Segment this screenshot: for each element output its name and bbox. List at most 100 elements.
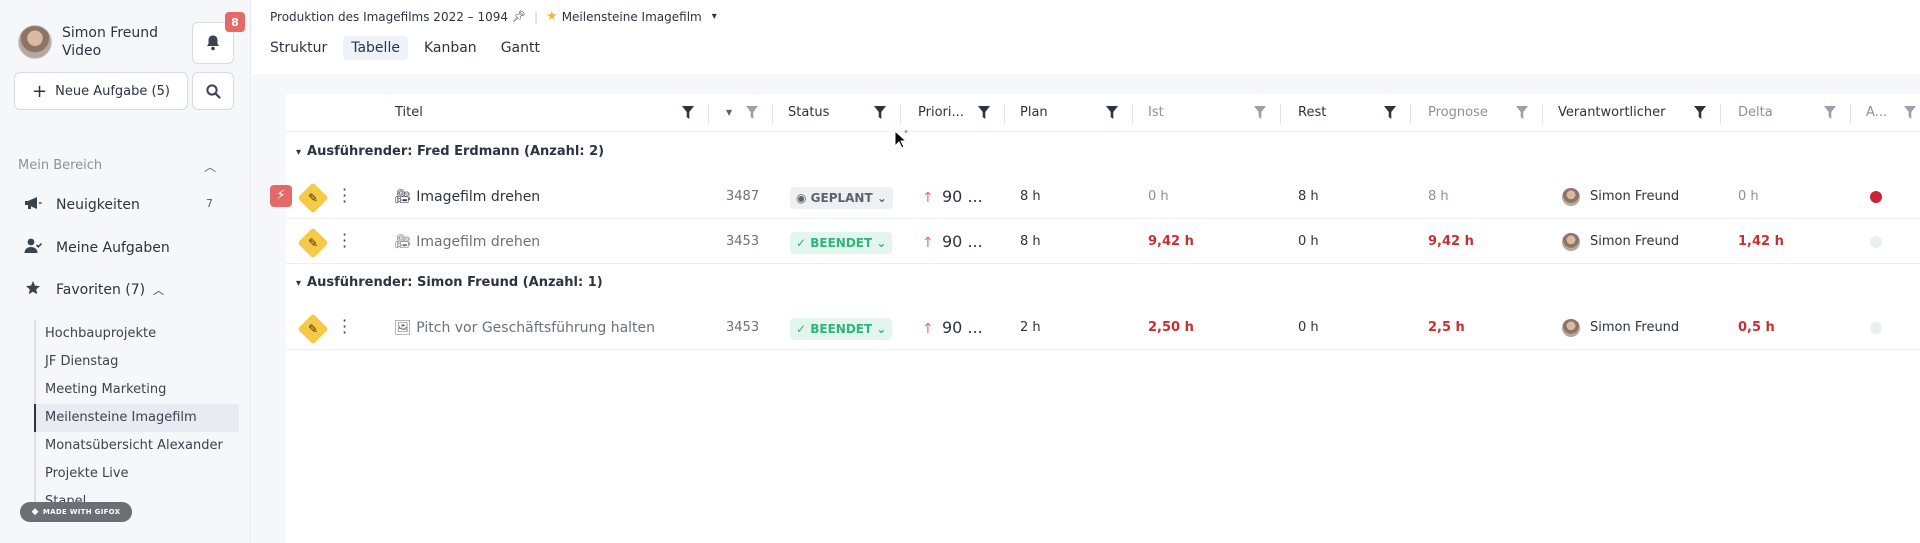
filter-icon[interactable] bbox=[1254, 106, 1266, 120]
megaphone-icon bbox=[22, 196, 44, 214]
task-title[interactable]: 🖼︎ Pitch vor Geschäftsführung halten bbox=[394, 306, 655, 350]
plan-cell[interactable]: 8 h bbox=[1020, 175, 1041, 219]
favorite-item[interactable]: Projekte Live bbox=[36, 460, 239, 488]
delta-cell: 1,42 h bbox=[1738, 234, 1784, 249]
lightning-icon[interactable]: ⚡︎ bbox=[270, 185, 292, 207]
view-tabs: Struktur Tabelle Kanban Gantt bbox=[262, 36, 556, 60]
more-icon[interactable]: · · · bbox=[342, 227, 348, 255]
column-header-ist[interactable]: Ist bbox=[1148, 94, 1164, 132]
filter-icon[interactable] bbox=[874, 106, 886, 120]
column-header-priority[interactable]: Priori... bbox=[918, 94, 964, 132]
rest-cell[interactable]: 0 h bbox=[1298, 306, 1319, 350]
ist-cell: 0 h bbox=[1148, 189, 1169, 204]
table-row[interactable]: ✎ ··· 🎥︎ Imagefilm drehen 34537 ✓ BEENDE… bbox=[286, 220, 1920, 264]
edit-icon[interactable]: ✎ bbox=[297, 313, 329, 345]
column-header-rest[interactable]: Rest bbox=[1298, 94, 1326, 132]
sidebar-item-label: Neuigkeiten bbox=[56, 197, 140, 213]
pin-icon[interactable]: 📌︎ bbox=[512, 10, 526, 23]
new-task-label: Neue Aufgabe (5) bbox=[55, 83, 170, 99]
favorite-item[interactable]: Hochbauprojekte bbox=[36, 320, 239, 348]
priority-cell[interactable]: ↑ 90 ... bbox=[922, 306, 983, 350]
project-title[interactable]: Produktion des Imagefilms 2022 – 1094 bbox=[270, 10, 508, 24]
chevron-down-icon[interactable]: ▾ bbox=[296, 147, 301, 158]
filter-icon[interactable] bbox=[1106, 106, 1118, 120]
plan-cell[interactable]: 8 h bbox=[1020, 220, 1041, 264]
group-header[interactable]: ▾ Ausführender: Fred Erdmann (Anzahl: 2) bbox=[296, 144, 604, 159]
mouse-cursor-icon bbox=[894, 130, 908, 149]
filter-icon[interactable] bbox=[1694, 106, 1706, 120]
section-title: Mein Bereich bbox=[18, 158, 103, 173]
sidebar-item-my-tasks[interactable]: Meine Aufgaben bbox=[22, 238, 170, 258]
chevron-up-icon[interactable]: ︿ bbox=[153, 282, 164, 298]
chevron-down-icon[interactable]: ▾ bbox=[296, 278, 301, 289]
more-icon[interactable]: · · · bbox=[342, 182, 348, 210]
filter-icon[interactable] bbox=[1516, 106, 1528, 120]
group-header[interactable]: ▾ Ausführender: Simon Freund (Anzahl: 1) bbox=[296, 275, 603, 290]
column-header-a[interactable]: A... bbox=[1866, 94, 1887, 132]
edit-icon[interactable]: ✎ bbox=[297, 227, 329, 259]
new-task-button[interactable]: + Neue Aufgabe (5) bbox=[14, 72, 188, 110]
tab-gantt[interactable]: Gantt bbox=[493, 36, 548, 60]
filter-icon[interactable] bbox=[1904, 106, 1916, 120]
group-label: Ausführender: Simon Freund (Anzahl: 1) bbox=[307, 275, 603, 290]
table-row[interactable]: ⚡︎ ✎ ··· 🎥︎ Imagefilm drehen 34873 ◉︎ GE… bbox=[270, 175, 1920, 219]
tab-structure[interactable]: Struktur bbox=[262, 36, 335, 60]
tab-table[interactable]: Tabelle bbox=[343, 36, 408, 60]
table-row[interactable]: ✎ · · · 🖼︎ Pitch vor Geschäftsführung halt… bbox=[286, 306, 1920, 350]
favorite-item[interactable]: Meeting Marketing bbox=[36, 376, 239, 404]
priority-cell[interactable]: ↑ 90 ... bbox=[922, 175, 983, 219]
favorite-item-active[interactable]: Meilensteine Imagefilm bbox=[34, 404, 239, 432]
divider: | bbox=[533, 9, 539, 24]
status-badge[interactable]: ◉︎ GEPLANT ⌄ bbox=[790, 187, 893, 209]
avatar bbox=[1562, 233, 1580, 251]
status-badge[interactable]: ✓ BEENDET ⌄ bbox=[790, 318, 893, 340]
film-camera-icon: 🎥︎ bbox=[394, 234, 417, 250]
column-header-prognose[interactable]: Prognose bbox=[1428, 94, 1488, 132]
user-profile[interactable]: Simon Freund Video bbox=[18, 24, 158, 60]
presentation-icon: 🖼︎ bbox=[394, 320, 417, 336]
edit-icon[interactable]: ✎ bbox=[297, 182, 329, 214]
user-check-icon bbox=[22, 238, 44, 258]
view-title[interactable]: Meilensteine Imagefilm bbox=[562, 10, 702, 24]
filter-icon[interactable] bbox=[1824, 106, 1836, 120]
filter-icon[interactable] bbox=[978, 106, 990, 120]
search-button[interactable] bbox=[192, 72, 234, 110]
filter-icon[interactable] bbox=[746, 106, 758, 120]
status-badge[interactable]: ✓ BEENDET ⌄ bbox=[790, 232, 893, 254]
chevron-down-icon: ⌄ bbox=[876, 236, 887, 250]
favorite-item[interactable]: JF Dienstag bbox=[36, 348, 239, 376]
plus-icon: + bbox=[32, 80, 48, 102]
more-icon[interactable]: · · · bbox=[342, 313, 348, 341]
column-header-status[interactable]: Status bbox=[788, 94, 829, 132]
notification-count-badge: 8 bbox=[225, 12, 245, 32]
prognose-cell: 2,5 h bbox=[1428, 320, 1465, 335]
column-header-title[interactable]: Titel bbox=[395, 94, 423, 132]
favorite-item[interactable]: Monatsübersicht Alexander bbox=[36, 432, 239, 460]
responsible-cell[interactable]: Simon Freund bbox=[1590, 175, 1679, 219]
column-header-delta[interactable]: Delta bbox=[1738, 94, 1773, 132]
filter-icon[interactable] bbox=[682, 106, 694, 120]
task-title[interactable]: 🎥︎ Imagefilm drehen bbox=[394, 175, 540, 219]
responsible-cell[interactable]: Simon Freund bbox=[1590, 306, 1679, 350]
priority-cell[interactable]: ↑ 90 ... bbox=[922, 220, 983, 264]
sort-desc-icon[interactable]: ▼ bbox=[726, 108, 732, 117]
sidebar-item-news[interactable]: Neuigkeiten bbox=[22, 196, 140, 214]
responsible-cell[interactable]: Simon Freund bbox=[1590, 220, 1679, 264]
avatar bbox=[18, 25, 52, 59]
rest-cell[interactable]: 8 h bbox=[1298, 175, 1319, 219]
chevron-down-icon[interactable]: ▾ bbox=[712, 11, 717, 22]
chevron-up-icon[interactable]: ︿ bbox=[204, 158, 216, 175]
plan-cell[interactable]: 2 h bbox=[1020, 306, 1041, 350]
avatar bbox=[1562, 188, 1580, 206]
rest-cell[interactable]: 0 h bbox=[1298, 220, 1319, 264]
tab-kanban[interactable]: Kanban bbox=[416, 36, 485, 60]
sidebar-item-favorites[interactable]: Favoriten (7) ︿ bbox=[22, 280, 164, 300]
column-header-plan[interactable]: Plan bbox=[1020, 94, 1048, 132]
sidebar: Simon Freund Video 8 + Neue Aufgabe (5) … bbox=[0, 0, 251, 543]
ist-cell: 9,42 h bbox=[1148, 234, 1194, 249]
column-header-responsible[interactable]: Verantwortlicher bbox=[1558, 94, 1666, 132]
filter-icon[interactable] bbox=[1384, 106, 1396, 120]
search-icon bbox=[205, 83, 221, 99]
delta-cell: 0,5 h bbox=[1738, 320, 1775, 335]
task-title[interactable]: 🎥︎ Imagefilm drehen bbox=[394, 220, 540, 264]
